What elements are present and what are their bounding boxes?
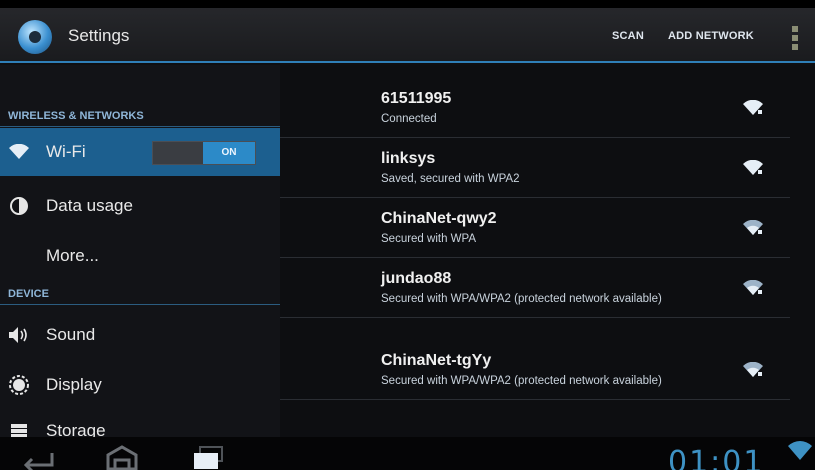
system-nav-bar: 01:01: [0, 437, 815, 470]
network-row[interactable]: linksys Saved, secured with WPA2: [280, 138, 790, 198]
network-status: Secured with WPA/WPA2 (protected network…: [381, 293, 662, 305]
back-icon[interactable]: [22, 443, 56, 470]
sidebar-item-sound[interactable]: Sound: [0, 311, 280, 359]
sidebar-item-label: Wi-Fi: [46, 142, 86, 161]
overflow-menu-icon[interactable]: [792, 26, 798, 52]
wifi-signal-icon: [743, 280, 763, 295]
network-ssid: jundao88: [381, 270, 452, 287]
data-usage-icon: [8, 196, 30, 216]
wifi-signal-icon: [743, 220, 763, 235]
action-bar: Settings SCAN ADD NETWORK: [0, 8, 815, 63]
sidebar-item-label: More...: [46, 246, 99, 265]
wifi-icon: [8, 142, 30, 162]
page-title: Settings: [68, 26, 130, 45]
network-ssid: linksys: [381, 150, 436, 167]
display-icon: [8, 375, 30, 395]
scan-button[interactable]: SCAN: [612, 30, 644, 42]
network-row[interactable]: jundao88 Secured with WPA/WPA2 (protecte…: [280, 258, 790, 318]
home-icon[interactable]: [104, 443, 140, 470]
sidebar-item-data-usage[interactable]: Data usage: [0, 182, 280, 230]
status-clock: 01:01: [668, 445, 765, 470]
sidebar-item-label: Sound: [46, 325, 96, 344]
sidebar-item-label: Display: [46, 375, 102, 394]
section-header-device: DEVICE: [8, 288, 49, 300]
settings-screen: Settings SCAN ADD NETWORK WIRELESS & NET…: [0, 8, 815, 470]
network-row[interactable]: ChinaNet-tgYy Secured with WPA/WPA2 (pro…: [280, 340, 790, 400]
section-divider: [0, 304, 280, 305]
speaker-icon: [8, 325, 30, 345]
network-status: Connected: [381, 113, 437, 125]
settings-gear-icon[interactable]: [18, 20, 52, 54]
add-network-button[interactable]: ADD NETWORK: [668, 30, 754, 42]
sidebar-item-wifi[interactable]: Wi-Fi ON: [0, 128, 280, 176]
wifi-network-list: 61511995 Connected linksys Saved, secure…: [280, 65, 815, 437]
wifi-signal-icon: [743, 160, 763, 175]
status-wifi-icon: [788, 441, 812, 460]
settings-sidebar: WIRELESS & NETWORKS Wi-Fi ON Data usage …: [0, 65, 280, 440]
wifi-signal-icon: [743, 362, 763, 377]
wifi-signal-icon: [743, 100, 763, 115]
network-ssid: ChinaNet-tgYy: [381, 352, 492, 369]
sidebar-item-label: Data usage: [46, 196, 133, 215]
sidebar-item-more[interactable]: More...: [0, 232, 280, 280]
network-ssid: 61511995: [381, 90, 452, 107]
wifi-toggle[interactable]: ON: [152, 141, 256, 165]
network-ssid: ChinaNet-qwy2: [381, 210, 497, 227]
network-status: Secured with WPA: [381, 233, 477, 245]
sidebar-item-display[interactable]: Display: [0, 361, 280, 409]
network-row[interactable]: 61511995 Connected: [280, 78, 790, 138]
section-header-wireless: WIRELESS & NETWORKS: [8, 110, 144, 122]
network-row[interactable]: ChinaNet-qwy2 Secured with WPA: [280, 198, 790, 258]
network-status: Secured with WPA/WPA2 (protected network…: [381, 375, 662, 387]
toggle-on-state: ON: [203, 142, 255, 164]
recent-apps-icon[interactable]: [190, 443, 226, 470]
network-status: Saved, secured with WPA2: [381, 173, 520, 185]
section-divider: [0, 126, 280, 127]
